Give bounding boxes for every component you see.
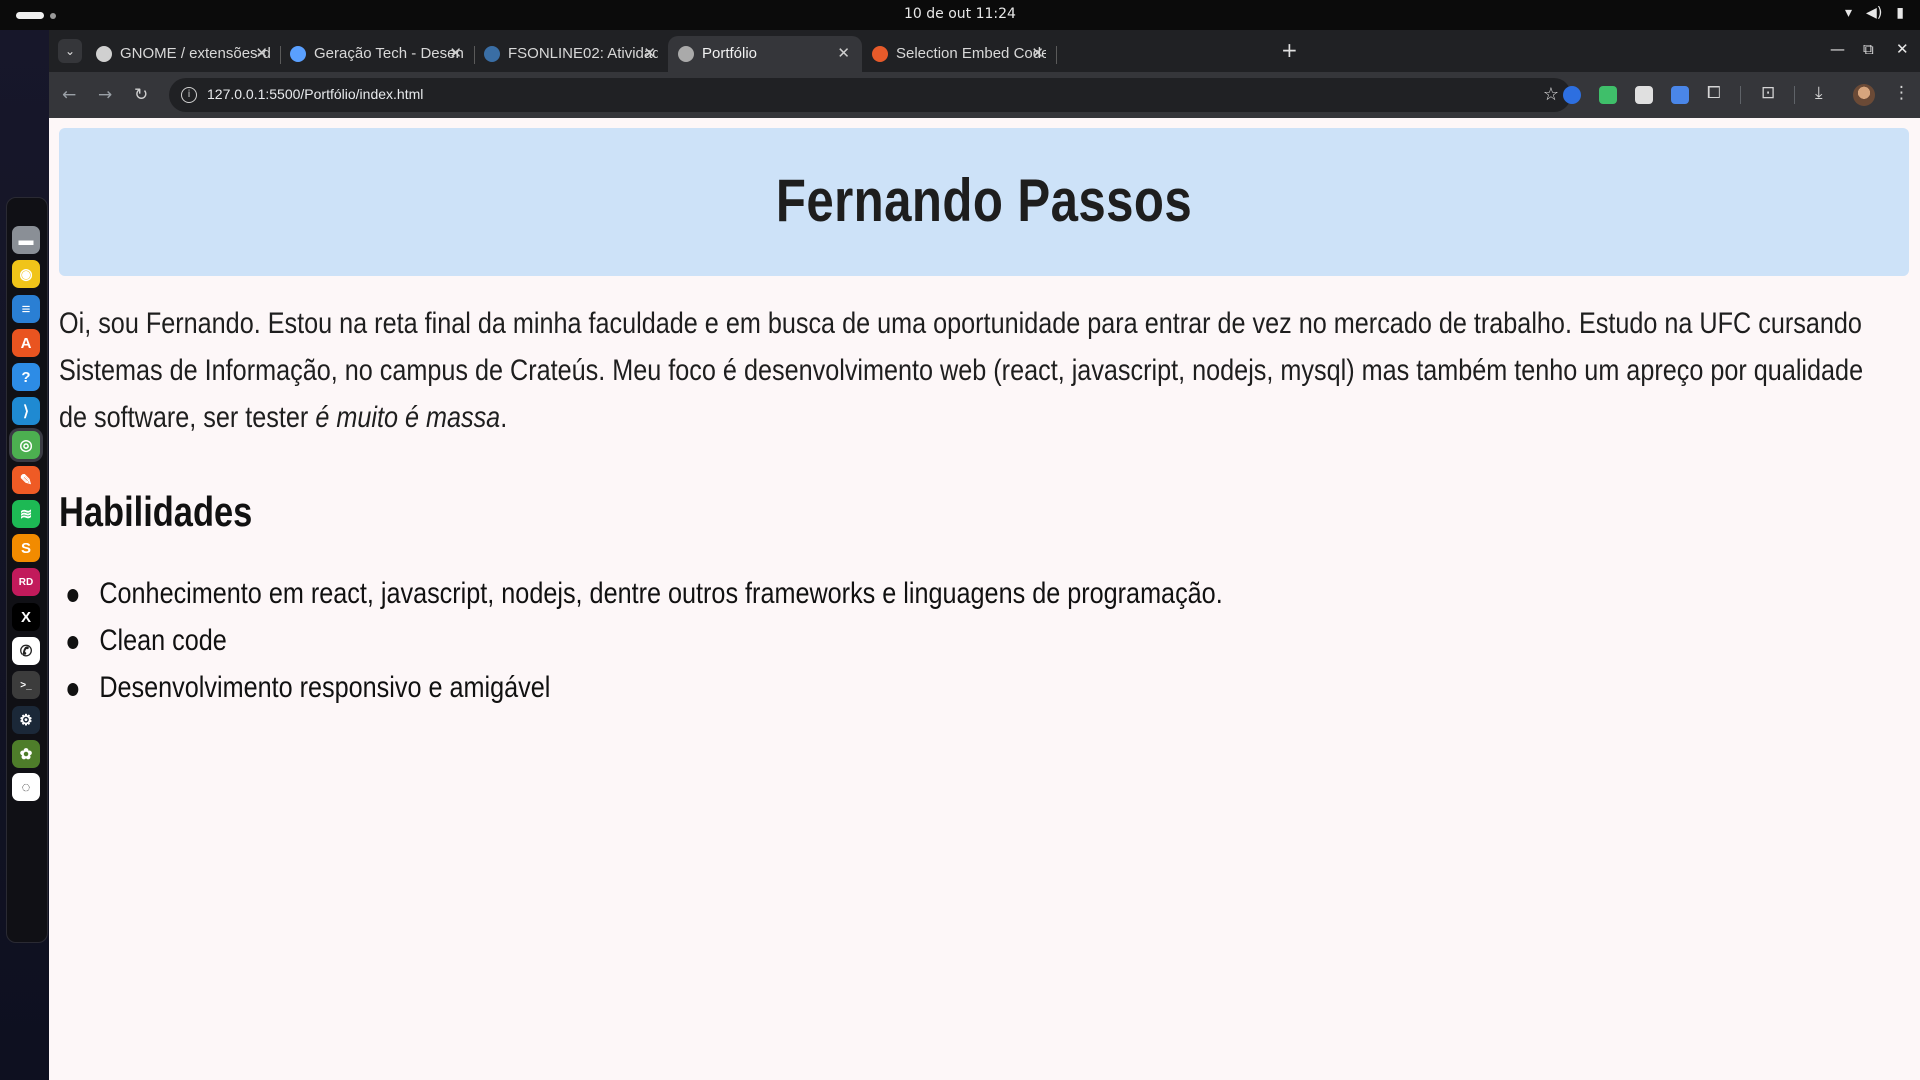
- writer-icon[interactable]: ≡: [12, 295, 40, 323]
- x-icon[interactable]: X: [12, 603, 40, 631]
- whatsapp-icon[interactable]: ✆: [12, 637, 40, 665]
- site-info-icon[interactable]: i: [181, 87, 197, 103]
- skills-heading: Habilidades: [59, 488, 253, 535]
- toolbar-separator: [1794, 86, 1795, 104]
- tab-close-icon[interactable]: ✕: [449, 44, 462, 62]
- intro-line: Sistemas de Informação, no campus de Cra…: [59, 354, 1864, 387]
- sunflower-icon[interactable]: ✿: [12, 740, 40, 768]
- steam-icon[interactable]: ⚙: [12, 706, 40, 734]
- rider-icon[interactable]: RD: [12, 568, 40, 596]
- help-icon[interactable]: ?: [12, 363, 40, 391]
- browser-toolbar: ← → ↻ i 127.0.0.1:5500/Portfólio/index.h…: [49, 72, 1920, 118]
- spotify-icon[interactable]: ≋: [12, 500, 40, 528]
- sublime-icon[interactable]: S: [12, 534, 40, 562]
- browser-tab[interactable]: FSONLINE02: Atividade F✕: [474, 36, 668, 72]
- address-bar[interactable]: i 127.0.0.1:5500/Portfólio/index.html ☆: [169, 78, 1571, 112]
- browser-tab[interactable]: Selection Embed Code - (✕: [862, 36, 1057, 72]
- skill-text: Clean code: [99, 624, 227, 657]
- skill-text: Desenvolvimento responsivo e amigável: [99, 671, 551, 704]
- tab-favicon-icon: [96, 46, 112, 62]
- volume-icon: ◀): [1866, 5, 1883, 21]
- screenshot-icon[interactable]: ⊡: [1761, 83, 1775, 103]
- dock: ▬ ◉ ≡ A? ⟩ ◎ ✎ ≋ S RD X ✆ >_ ⚙ ✿ ◌: [0, 30, 49, 1080]
- tab-close-icon[interactable]: ✕: [255, 44, 268, 62]
- page-viewport: Fernando Passos Oi, sou Fernando. Estou …: [49, 118, 1920, 1080]
- tab-close-icon[interactable]: ✕: [643, 44, 656, 62]
- tab-favicon-icon: [678, 46, 694, 62]
- browser-tab[interactable]: GNOME / extensões-do- ✕: [86, 36, 281, 72]
- toolbar-separator: [1740, 86, 1741, 104]
- extensions-puzzle-icon[interactable]: ⧠: [1707, 83, 1721, 103]
- tab-title: Portfólio: [702, 45, 758, 62]
- wifi-icon: ▾: [1845, 5, 1853, 21]
- tab-favicon-icon: [484, 46, 500, 62]
- postman-icon[interactable]: ✎: [12, 466, 40, 494]
- tab-title: Geração Tech - Desenvol: [314, 45, 464, 62]
- tab-search-button[interactable]: ⌄: [58, 39, 82, 63]
- app-center-icon[interactable]: A: [12, 329, 40, 357]
- maximize-icon[interactable]: ⧉: [1863, 40, 1874, 58]
- intro-line: Oi, sou Fernando. Estou na reta final da…: [59, 307, 1862, 340]
- list-item: Clean code: [59, 617, 1235, 664]
- screen-extension-icon[interactable]: [1635, 86, 1653, 104]
- tab-favicon-icon: [290, 46, 306, 62]
- tab-separator: [1056, 46, 1057, 64]
- chevron-down-icon: ⌄: [64, 44, 76, 58]
- browser-tab[interactable]: Portfólio ✕: [668, 36, 862, 72]
- bookmark-star-icon[interactable]: ☆: [1543, 84, 1559, 105]
- menu-kebab-icon[interactable]: ⋮: [1893, 83, 1910, 103]
- skills-list: Conhecimento em react, javascript, nodej…: [59, 570, 1235, 711]
- bullet-icon: [67, 589, 79, 602]
- intro-text: .: [500, 401, 508, 434]
- bullet-icon: [67, 636, 79, 649]
- vscode-icon[interactable]: ⟩: [12, 397, 40, 425]
- bullet-icon: [67, 683, 79, 696]
- terminal-icon[interactable]: >_: [12, 671, 40, 699]
- files-icon[interactable]: ▬: [12, 226, 40, 254]
- chrome-icon[interactable]: ◎: [12, 431, 40, 459]
- url-text[interactable]: 127.0.0.1:5500/Portfólio/index.html: [207, 86, 423, 102]
- battery-icon: ▮: [1896, 5, 1904, 21]
- browser-window: ⌄ GNOME / extensões-do- ✕ Geração Tech - D…: [49, 30, 1920, 1080]
- tab-strip: ⌄ GNOME / extensões-do- ✕ Geração Tech - D…: [49, 30, 1920, 72]
- rhythmbox-icon[interactable]: ◉: [12, 260, 40, 288]
- clock[interactable]: 10 de out 11:24: [0, 6, 1920, 22]
- list-item: Conhecimento em react, javascript, nodej…: [59, 570, 1235, 617]
- intro-text: de software, ser tester: [59, 401, 316, 434]
- reload-icon[interactable]: ↻: [134, 85, 148, 105]
- ubuntu-icon[interactable]: ◌: [12, 773, 40, 801]
- forward-icon[interactable]: →: [98, 85, 112, 105]
- browser-tab[interactable]: Geração Tech - Desenvol✕: [280, 36, 475, 72]
- system-tray[interactable]: ▾ ◀) ▮: [1845, 5, 1904, 21]
- shazam-extension-icon[interactable]: [1563, 86, 1581, 104]
- profile-avatar[interactable]: [1853, 84, 1875, 106]
- intro-emphasis: é muito é massa: [315, 401, 501, 434]
- tab-title: GNOME / extensões-do-: [120, 45, 270, 62]
- tab-close-icon[interactable]: ✕: [1031, 44, 1044, 62]
- skill-text: Conhecimento em react, javascript, nodej…: [99, 577, 1223, 610]
- tab-favicon-icon: [872, 46, 888, 62]
- page-title: Fernando Passos: [775, 167, 1193, 234]
- list-item: Desenvolvimento responsivo e amigável: [59, 664, 1235, 711]
- new-tab-button[interactable]: +: [1281, 40, 1298, 60]
- tab-close-icon[interactable]: ✕: [837, 44, 850, 62]
- docs-extension-icon[interactable]: [1671, 86, 1689, 104]
- tab-title: FSONLINE02: Atividade F: [508, 45, 658, 62]
- page-header: Fernando Passos: [59, 128, 1909, 276]
- intro-paragraph: Oi, sou Fernando. Estou na reta final da…: [59, 300, 1907, 441]
- close-window-icon[interactable]: ✕: [1896, 40, 1909, 58]
- shield-extension-icon[interactable]: [1599, 86, 1617, 104]
- minimize-icon[interactable]: —: [1830, 40, 1845, 58]
- back-icon[interactable]: ←: [62, 85, 76, 105]
- system-top-bar: 10 de out 11:24 ▾ ◀) ▮: [0, 0, 1920, 30]
- download-icon[interactable]: ⤓: [1815, 83, 1823, 103]
- tab-title: Selection Embed Code - (: [896, 45, 1046, 62]
- intro-line: de software, ser tester é muito é massa.: [59, 394, 1907, 441]
